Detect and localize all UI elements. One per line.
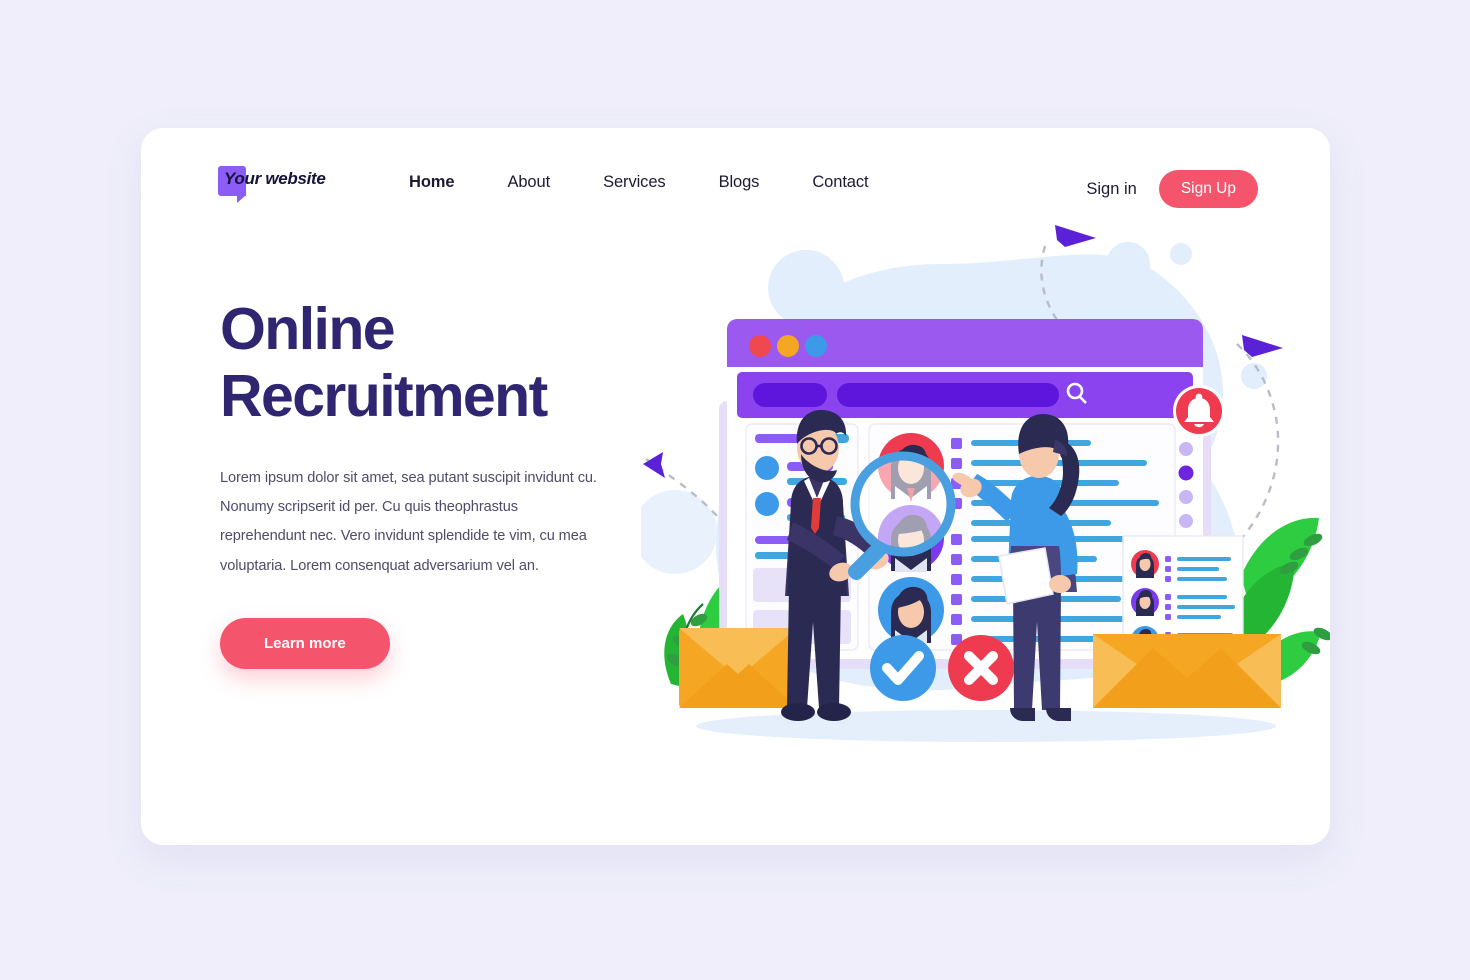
- browser-url-field: [837, 383, 1059, 407]
- page-root: Your website Home About Services Blogs C…: [0, 0, 1470, 980]
- landing-card: Your website Home About Services Blogs C…: [141, 128, 1330, 845]
- hero-section: Online Recruitment Lorem ipsum dolor sit…: [220, 296, 650, 670]
- page-title: Online Recruitment: [220, 296, 650, 431]
- brand-name: Your website: [224, 169, 326, 188]
- hero-title-line-1: Online: [220, 296, 396, 362]
- hero-description: Lorem ipsum dolor sit amet, sea putant s…: [220, 469, 597, 574]
- nav-links: Home About Services Blogs Contact: [409, 173, 869, 192]
- traffic-light-orange-icon: [777, 335, 799, 357]
- traffic-light-blue-icon: [805, 335, 827, 357]
- sign-in-link[interactable]: Sign in: [1086, 180, 1136, 199]
- sign-up-button[interactable]: Sign Up: [1158, 170, 1258, 208]
- hero-title-line-2: Recruitment: [220, 363, 548, 430]
- browser-back-field: [753, 383, 827, 407]
- traffic-light-red-icon: [749, 335, 771, 357]
- nav-item-home[interactable]: Home: [409, 173, 455, 192]
- notification-bell-badge[interactable]: [1173, 385, 1225, 437]
- nav-item-blogs[interactable]: Blogs: [719, 173, 760, 192]
- nav-item-about[interactable]: About: [507, 173, 550, 192]
- brand-logo[interactable]: Your website: [218, 166, 326, 203]
- pagination-dot-active: [1178, 465, 1194, 481]
- nav-item-contact[interactable]: Contact: [812, 173, 868, 192]
- navbar: Your website Home About Services Blogs C…: [141, 160, 1330, 214]
- learn-more-button[interactable]: Learn more: [220, 618, 390, 670]
- nav-item-services[interactable]: Services: [603, 173, 666, 192]
- envelope-closed-left: [679, 628, 797, 708]
- nav-actions: Sign in Sign Up: [1086, 170, 1258, 208]
- hero-illustration: [641, 216, 1330, 816]
